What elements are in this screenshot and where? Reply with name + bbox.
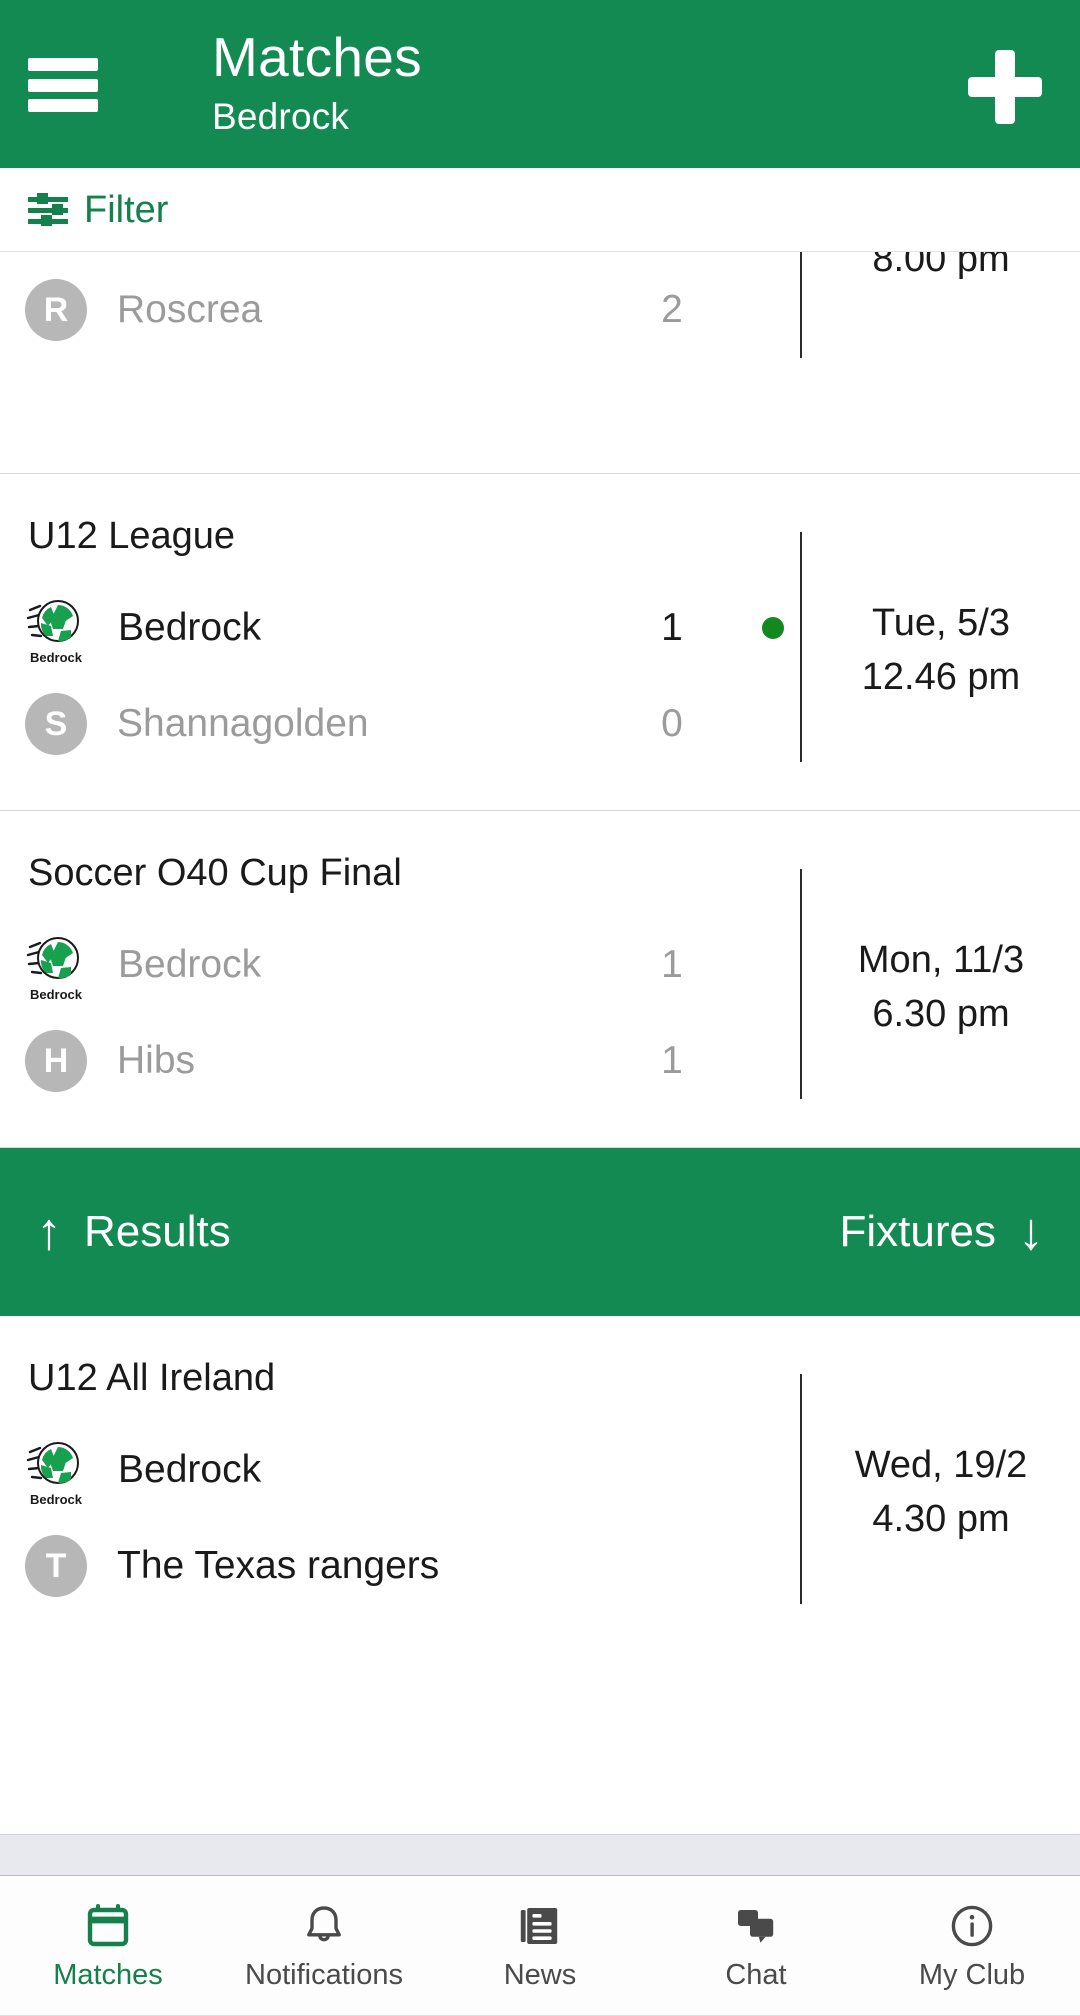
match-time: 8.00 pm — [872, 252, 1010, 280]
bottom-navigation: Matches Notifications News Chat My Club — [0, 1876, 1080, 2016]
app-header: Matches Bedrock — [0, 0, 1080, 168]
chat-bubbles-icon — [732, 1901, 780, 1951]
fixture-section[interactable]: U12 All Ireland Bedrock Bedrock T The Te… — [0, 1316, 1080, 1652]
avatar: R — [25, 279, 87, 341]
info-circle-icon — [948, 1901, 996, 1951]
hamburger-menu-icon[interactable] — [28, 58, 98, 112]
match-datetime: Tue, 5/3 12.46 pm — [802, 596, 1080, 704]
avatar: S — [25, 693, 87, 755]
competition-name: U12 All Ireland — [28, 1357, 276, 1399]
match-row[interactable]: Bedrock Bedrock 1 H Hibs 1 Mon, 11/3 6.3… — [0, 869, 1080, 1147]
arrow-down-icon: ↓ — [1018, 1203, 1044, 1261]
match-time: 12.46 pm — [861, 656, 1021, 698]
bedrock-crest-svg: Bedrock — [26, 1442, 83, 1507]
hamburger-bar-3 — [28, 99, 98, 112]
nav-item-notifications[interactable]: Notifications — [216, 1901, 432, 1991]
header-titles: Matches Bedrock — [212, 26, 422, 140]
nav-label: News — [503, 1958, 577, 1991]
fixtures-label: Fixtures — [839, 1207, 996, 1256]
bedrock-ball-logo: Bedrock — [24, 1438, 88, 1507]
bedrock-ball-logo: Bedrock — [24, 596, 88, 665]
competition-name: U12 League — [28, 515, 236, 557]
fixtures-toggle[interactable]: Fixtures ↓ — [840, 1206, 1044, 1258]
app-screen: Matches Bedrock Filter R Roscrea 2 8.00 … — [0, 0, 1080, 2016]
plus-icon[interactable] — [968, 50, 1042, 124]
arrow-up-icon: ↑ — [36, 1203, 62, 1261]
fixture-row[interactable]: Bedrock Bedrock T The Texas rangers Wed,… — [0, 1374, 1080, 1652]
hamburger-bar-1 — [28, 58, 98, 71]
bedrock-ball-logo: Bedrock — [24, 933, 88, 1002]
team-name: Hibs — [117, 1039, 196, 1082]
team-score: 1 — [661, 606, 683, 649]
team-name: The Texas rangers — [117, 1544, 440, 1587]
page-subtitle: Bedrock — [212, 96, 350, 137]
filter-bar[interactable]: Filter — [0, 168, 1080, 252]
svg-text:Bedrock: Bedrock — [30, 650, 83, 665]
nav-label: My Club — [918, 1958, 1026, 1991]
team-score: 1 — [661, 943, 683, 986]
nav-item-matches[interactable]: Matches — [0, 1901, 216, 1991]
team-name: Shannagolden — [117, 702, 369, 745]
page-title: Matches — [212, 26, 422, 88]
svg-text:Bedrock: Bedrock — [30, 1492, 83, 1507]
results-toggle[interactable]: ↑ Results — [36, 1206, 231, 1258]
nav-item-news[interactable]: News — [432, 1901, 648, 1991]
avatar: T — [25, 1535, 87, 1597]
calendar-icon — [84, 1901, 132, 1951]
nav-item-my-club[interactable]: My Club — [864, 1901, 1080, 1991]
bedrock-crest-svg: Bedrock — [26, 937, 83, 1002]
nav-label: Notifications — [245, 1958, 403, 1991]
match-list[interactable]: Bedrock Bedrock 2 R Roscrea 2 — [0, 252, 1080, 1834]
match-date: Tue, 5/3 — [871, 602, 1010, 644]
live-indicator-dot — [762, 617, 784, 639]
competition-name: Soccer O40 Cup Final — [28, 852, 402, 894]
bedrock-crest-svg: Bedrock — [26, 600, 83, 665]
nav-label: Matches — [53, 1958, 163, 1991]
fixture-date: Wed, 19/2 — [854, 1444, 1028, 1486]
nav-label: Chat — [725, 1958, 787, 1991]
nav-item-chat[interactable]: Chat — [648, 1901, 864, 1991]
match-section[interactable]: U12 League Bedrock Bedrock 1 S Shannagol… — [0, 474, 1080, 811]
match-row[interactable]: Bedrock Bedrock 2 R Roscrea 2 — [0, 252, 1080, 396]
team-score: 2 — [661, 288, 683, 331]
fixture-time: 4.30 pm — [872, 1498, 1010, 1540]
hamburger-bar-2 — [28, 78, 98, 92]
team-score: 1 — [661, 1039, 683, 1082]
results-label: Results — [84, 1207, 231, 1256]
match-section-clipped[interactable]: Bedrock Bedrock 2 R Roscrea 2 — [0, 252, 1080, 474]
fixture-datetime: Wed, 19/2 4.30 pm — [802, 1438, 1080, 1546]
bell-icon — [300, 1901, 348, 1951]
newspaper-icon — [516, 1901, 564, 1951]
match-time: 6.30 pm — [872, 993, 1010, 1035]
avatar: H — [25, 1030, 87, 1092]
match-section[interactable]: Soccer O40 Cup Final Bedrock Bedrock 1 H… — [0, 811, 1080, 1148]
tune-sliders-icon — [28, 192, 68, 226]
filter-label: Filter — [84, 188, 169, 231]
team-score: 0 — [661, 702, 683, 745]
match-date: Mon, 11/3 — [857, 939, 1025, 981]
match-datetime: Mon, 11/3 6.30 pm — [802, 933, 1080, 1041]
team-name: Roscrea — [117, 288, 263, 331]
match-row[interactable]: Bedrock Bedrock 1 S Shannagolden 0 Tue, … — [0, 532, 1080, 810]
svg-text:Bedrock: Bedrock — [30, 987, 83, 1002]
match-datetime: Fri, 29/1 8.00 pm — [802, 252, 1080, 286]
results-fixtures-toggle-bar: ↑ Results Fixtures ↓ — [0, 1148, 1080, 1316]
system-strip — [0, 1834, 1080, 1876]
bedrock-crest-svg: Bedrock — [24, 252, 88, 254]
